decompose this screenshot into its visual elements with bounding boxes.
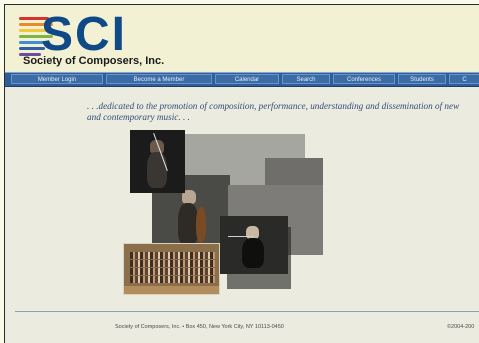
nav-conferences[interactable]: Conferences [333,74,395,84]
nav-become-member[interactable]: Become a Member [106,74,212,84]
footer-copyright: ©2004-200 [447,324,475,330]
org-name: Society of Composers, Inc. [23,55,165,67]
nav-calendar[interactable]: Calendar [215,74,279,84]
photo-violinist [130,130,185,193]
photo-group [123,243,220,295]
site-header: SCI Society of Composers, Inc. [5,5,479,71]
photo-flutist [220,216,288,274]
page-frame: SCI Society of Composers, Inc. Member Lo… [4,4,479,343]
photo-collage [115,130,335,295]
footer-address: Society of Composers, Inc. • Box 450, Ne… [115,324,284,330]
nav-more[interactable]: C [449,74,479,84]
footer-divider [15,311,479,312]
nav-member-login[interactable]: Member Login [11,74,103,84]
nav-search[interactable]: Search [282,74,330,84]
sci-logo[interactable]: SCI [19,8,159,61]
main-nav: Member Login Become a Member Calendar Se… [5,72,479,87]
nav-students[interactable]: Students [398,74,446,84]
mission-tagline: . . .dedicated to the promotion of compo… [87,101,460,122]
